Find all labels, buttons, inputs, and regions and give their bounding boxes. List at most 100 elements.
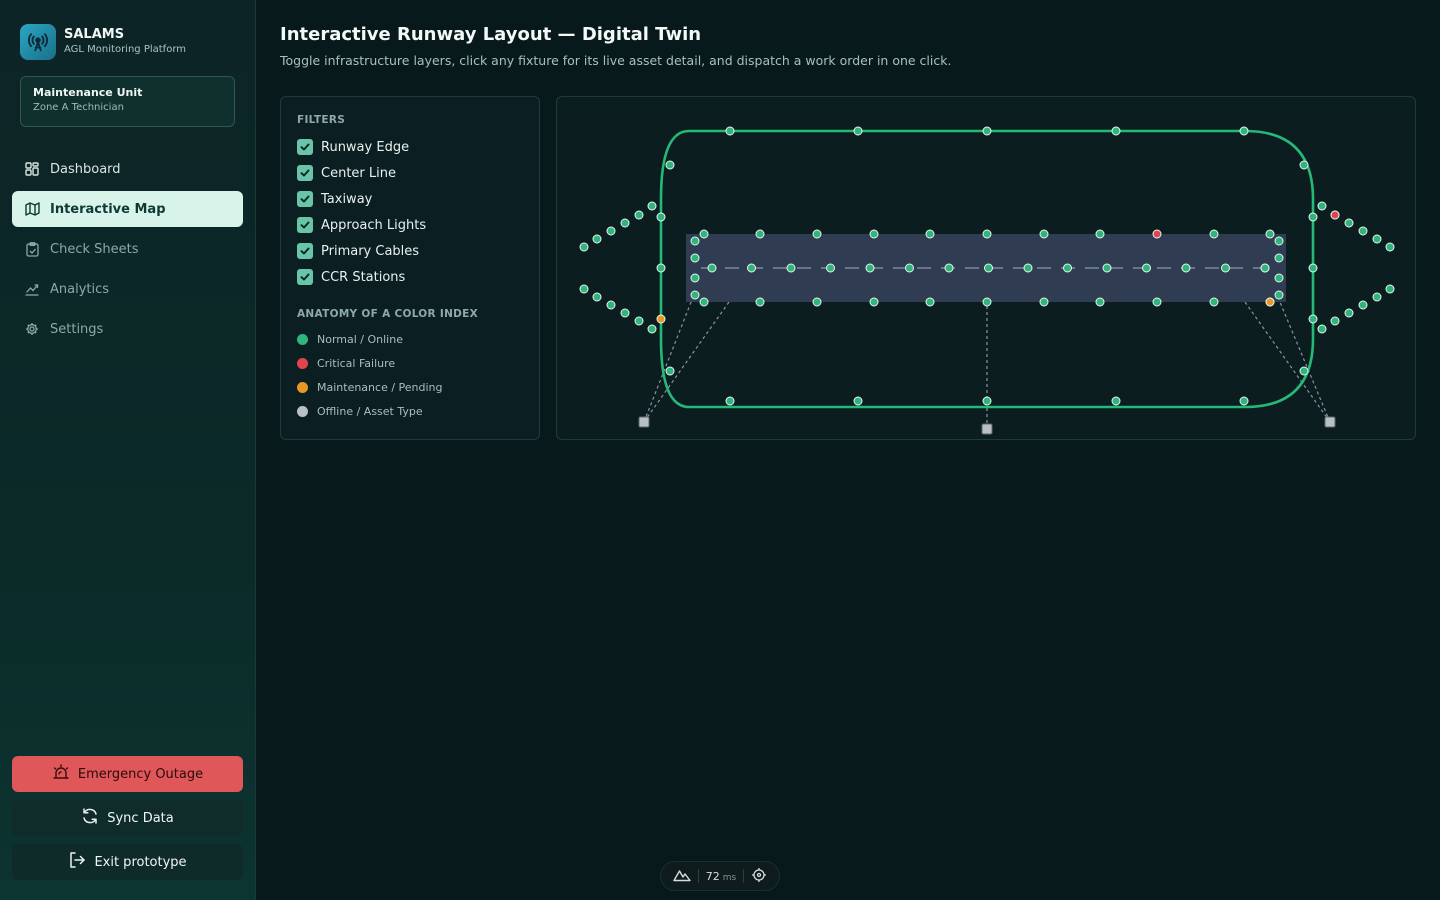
centerline-light[interactable] [1260, 263, 1270, 273]
runway-edge-light[interactable] [982, 229, 992, 239]
filter-primary-cables[interactable]: Primary Cables [297, 242, 419, 260]
taxiway-light[interactable] [853, 126, 863, 136]
approach-light[interactable] [620, 308, 630, 318]
runway-edge-light[interactable] [1209, 297, 1219, 307]
centerline-light[interactable] [1102, 263, 1112, 273]
taxiway-light[interactable] [1239, 126, 1249, 136]
taxiway-light[interactable] [1308, 212, 1318, 222]
runway-edge-light[interactable] [982, 297, 992, 307]
runway-edge-light[interactable] [925, 229, 935, 239]
centerline-light[interactable] [707, 263, 717, 273]
approach-light[interactable] [620, 218, 630, 228]
taxiway-light[interactable] [1239, 396, 1249, 406]
approach-light[interactable] [1358, 300, 1368, 310]
runway-edge-light[interactable] [812, 297, 822, 307]
runway-edge-light[interactable] [755, 297, 765, 307]
centerline-light[interactable] [905, 263, 914, 273]
taxiway-light[interactable] [982, 396, 992, 406]
sync-data-button[interactable]: Sync Data [12, 800, 243, 836]
approach-light[interactable] [1385, 242, 1395, 252]
centerline-light[interactable] [984, 263, 993, 273]
centerline-light[interactable] [786, 263, 796, 273]
checkbox-checked-icon[interactable] [297, 217, 313, 233]
approach-light[interactable] [647, 201, 657, 211]
runway-edge-light[interactable] [925, 297, 935, 307]
taxiway-light[interactable] [665, 160, 675, 170]
approach-light[interactable] [606, 300, 616, 310]
sidebar-item-analytics[interactable]: Analytics [12, 271, 243, 307]
runway-edge-light[interactable] [1209, 229, 1219, 239]
runway-edge-light[interactable] [812, 229, 822, 239]
approach-light[interactable] [1344, 218, 1354, 228]
threshold-light[interactable] [1274, 290, 1284, 300]
checkbox-checked-icon[interactable] [297, 269, 313, 285]
centerline-light[interactable] [747, 263, 756, 273]
approach-light[interactable] [634, 210, 644, 220]
exit-prototype-button[interactable]: Exit prototype [12, 844, 243, 880]
taxiway-light[interactable] [725, 396, 735, 406]
threshold-light[interactable] [690, 236, 700, 246]
approach-light[interactable] [1385, 284, 1395, 294]
approach-light[interactable] [1330, 210, 1340, 220]
runway-edge-light[interactable] [1039, 297, 1049, 307]
sidebar-item-interactive-map[interactable]: Interactive Map [12, 191, 243, 227]
taxiway-light[interactable] [1111, 396, 1121, 406]
approach-light[interactable] [592, 292, 602, 302]
filter-taxiway[interactable]: Taxiway [297, 190, 372, 208]
threshold-light[interactable] [690, 253, 700, 263]
ccr-station[interactable] [981, 423, 993, 435]
ccr-station[interactable] [638, 416, 650, 428]
runway-edge-light[interactable] [1265, 229, 1275, 239]
runway-edge-light[interactable] [1039, 229, 1049, 239]
runway-edge-light[interactable] [1095, 229, 1105, 239]
approach-light[interactable] [1372, 234, 1382, 244]
taxiway-light[interactable] [656, 212, 666, 222]
approach-light[interactable] [1372, 292, 1382, 302]
runway-edge-light[interactable] [755, 229, 765, 239]
taxiway-light[interactable] [982, 126, 992, 136]
filter-approach-lights[interactable]: Approach Lights [297, 216, 426, 234]
centerline-light[interactable] [944, 263, 954, 273]
approach-light[interactable] [579, 242, 589, 252]
threshold-light[interactable] [1274, 273, 1284, 283]
filter-ccr-stations[interactable]: CCR Stations [297, 268, 405, 286]
runway-edge-light[interactable] [869, 297, 879, 307]
threshold-light[interactable] [690, 273, 700, 283]
sidebar-item-dashboard[interactable]: Dashboard [12, 151, 243, 187]
crosshair-icon[interactable] [751, 867, 767, 886]
centerline-light[interactable] [1221, 263, 1230, 273]
filter-runway-edge[interactable]: Runway Edge [297, 138, 409, 156]
approach-light[interactable] [1358, 226, 1368, 236]
runway-edge-light[interactable] [699, 229, 709, 239]
approach-light[interactable] [1317, 201, 1327, 211]
taxiway-light[interactable] [1308, 263, 1318, 273]
taxiway-light[interactable] [1299, 366, 1309, 376]
sidebar-item-settings[interactable]: Settings [12, 311, 243, 347]
centerline-light[interactable] [826, 263, 835, 273]
runway-edge-light[interactable] [1095, 297, 1105, 307]
checkbox-checked-icon[interactable] [297, 165, 313, 181]
threshold-light[interactable] [1274, 236, 1284, 246]
approach-light[interactable] [1330, 316, 1340, 326]
ccr-station[interactable] [1324, 416, 1336, 428]
runway-edge-light[interactable] [869, 229, 879, 239]
centerline-light[interactable] [1063, 263, 1072, 273]
centerline-light[interactable] [1142, 263, 1151, 273]
taxiway-light[interactable] [1111, 126, 1121, 136]
taxiway-light[interactable] [656, 314, 666, 324]
taxiway-light[interactable] [1308, 314, 1318, 324]
approach-light[interactable] [606, 226, 616, 236]
centerline-light[interactable] [1023, 263, 1033, 273]
threshold-light[interactable] [690, 290, 700, 300]
approach-light[interactable] [579, 284, 589, 294]
emergency-outage-button[interactable]: Emergency Outage [12, 756, 243, 792]
taxiway-light[interactable] [1299, 160, 1309, 170]
centerline-light[interactable] [1181, 263, 1191, 273]
approach-light[interactable] [647, 324, 657, 334]
approach-light[interactable] [1317, 324, 1327, 334]
taxiway-light[interactable] [656, 263, 666, 273]
taxiway-light[interactable] [725, 126, 735, 136]
threshold-light[interactable] [1274, 253, 1284, 263]
mountain-icon[interactable] [672, 868, 691, 885]
checkbox-checked-icon[interactable] [297, 191, 313, 207]
